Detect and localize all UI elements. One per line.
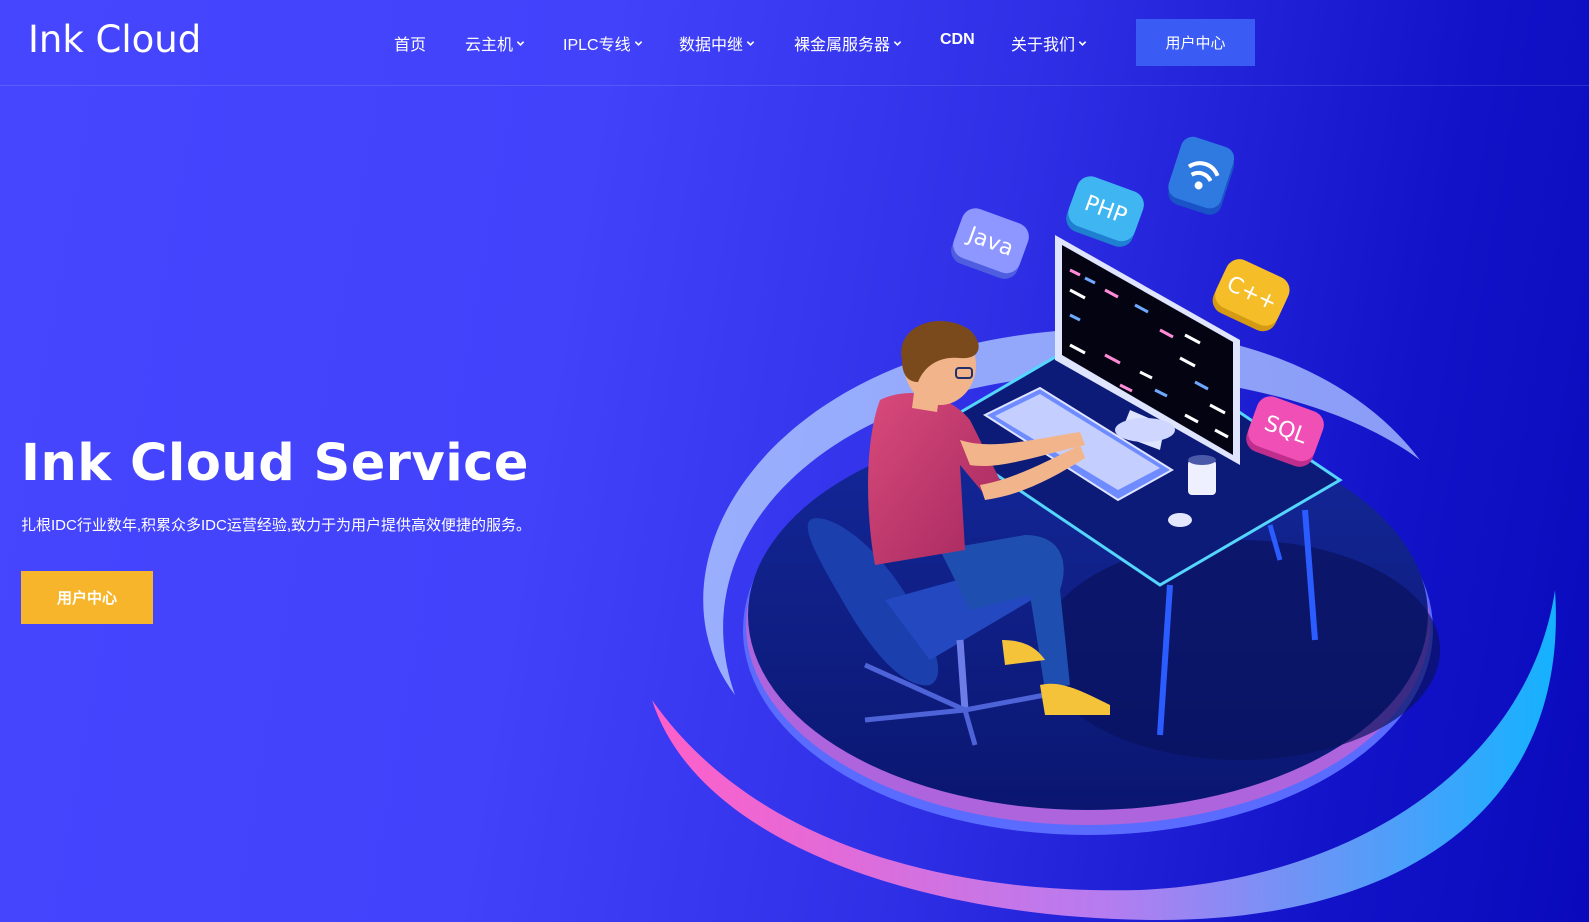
platform-shadow	[1040, 540, 1440, 760]
badge-java: Java	[951, 208, 1029, 279]
hero-subtitle: 扎根IDC行业数年,积累众多IDC运营经验,致力于为用户提供高效便捷的服务。	[21, 517, 532, 534]
chevron-down-icon	[516, 41, 525, 46]
nav-item-label: 裸金属服务器	[794, 37, 891, 54]
chevron-down-icon	[746, 41, 755, 46]
nav-item-home[interactable]: 首页	[394, 31, 426, 55]
chair-post	[956, 639, 969, 711]
chevron-down-icon	[1078, 41, 1087, 46]
header-bar: Ink Cloud 首页 云主机 IPLC专线 数据中继 裸金属服务器 CDN …	[0, 0, 1589, 86]
nav-item-bare-metal[interactable]: 裸金属服务器	[794, 31, 902, 55]
mug	[1188, 460, 1216, 495]
nav-item-cloud-host[interactable]: 云主机	[465, 31, 525, 55]
nav-item-label: IPLC专线	[563, 37, 631, 54]
nav-item-iplc[interactable]: IPLC专线	[563, 31, 643, 55]
wifi-icon	[1168, 136, 1235, 215]
badge-cpp: C++	[1212, 259, 1290, 332]
nav-item-label: 首页	[394, 37, 427, 54]
nav-item-label: 关于我们	[1011, 37, 1076, 54]
monitor-base	[1115, 418, 1175, 442]
chevron-down-icon	[893, 41, 902, 46]
nav-item-label: 数据中继	[679, 37, 744, 54]
mouse	[1168, 513, 1192, 527]
badge-php: PHP	[1066, 176, 1144, 247]
user-center-button[interactable]: 用户中心	[1136, 19, 1255, 66]
mug-top	[1188, 455, 1216, 465]
developer-illustration: Java PHP C++ SQL	[652, 136, 1556, 920]
nav-item-data-relay[interactable]: 数据中继	[679, 31, 755, 55]
nav-item-about[interactable]: 关于我们	[1011, 31, 1087, 55]
nav-item-cdn[interactable]: CDN	[940, 31, 975, 49]
nav-item-label: CDN	[940, 31, 975, 48]
main-nav: 首页 云主机 IPLC专线 数据中继 裸金属服务器 CDN 关于我们	[0, 0, 1589, 86]
chevron-down-icon	[634, 41, 642, 46]
hero-user-center-button[interactable]: 用户中心	[21, 571, 153, 624]
nav-item-label: 云主机	[465, 37, 514, 54]
hero-title: Ink Cloud Service	[21, 434, 529, 493]
